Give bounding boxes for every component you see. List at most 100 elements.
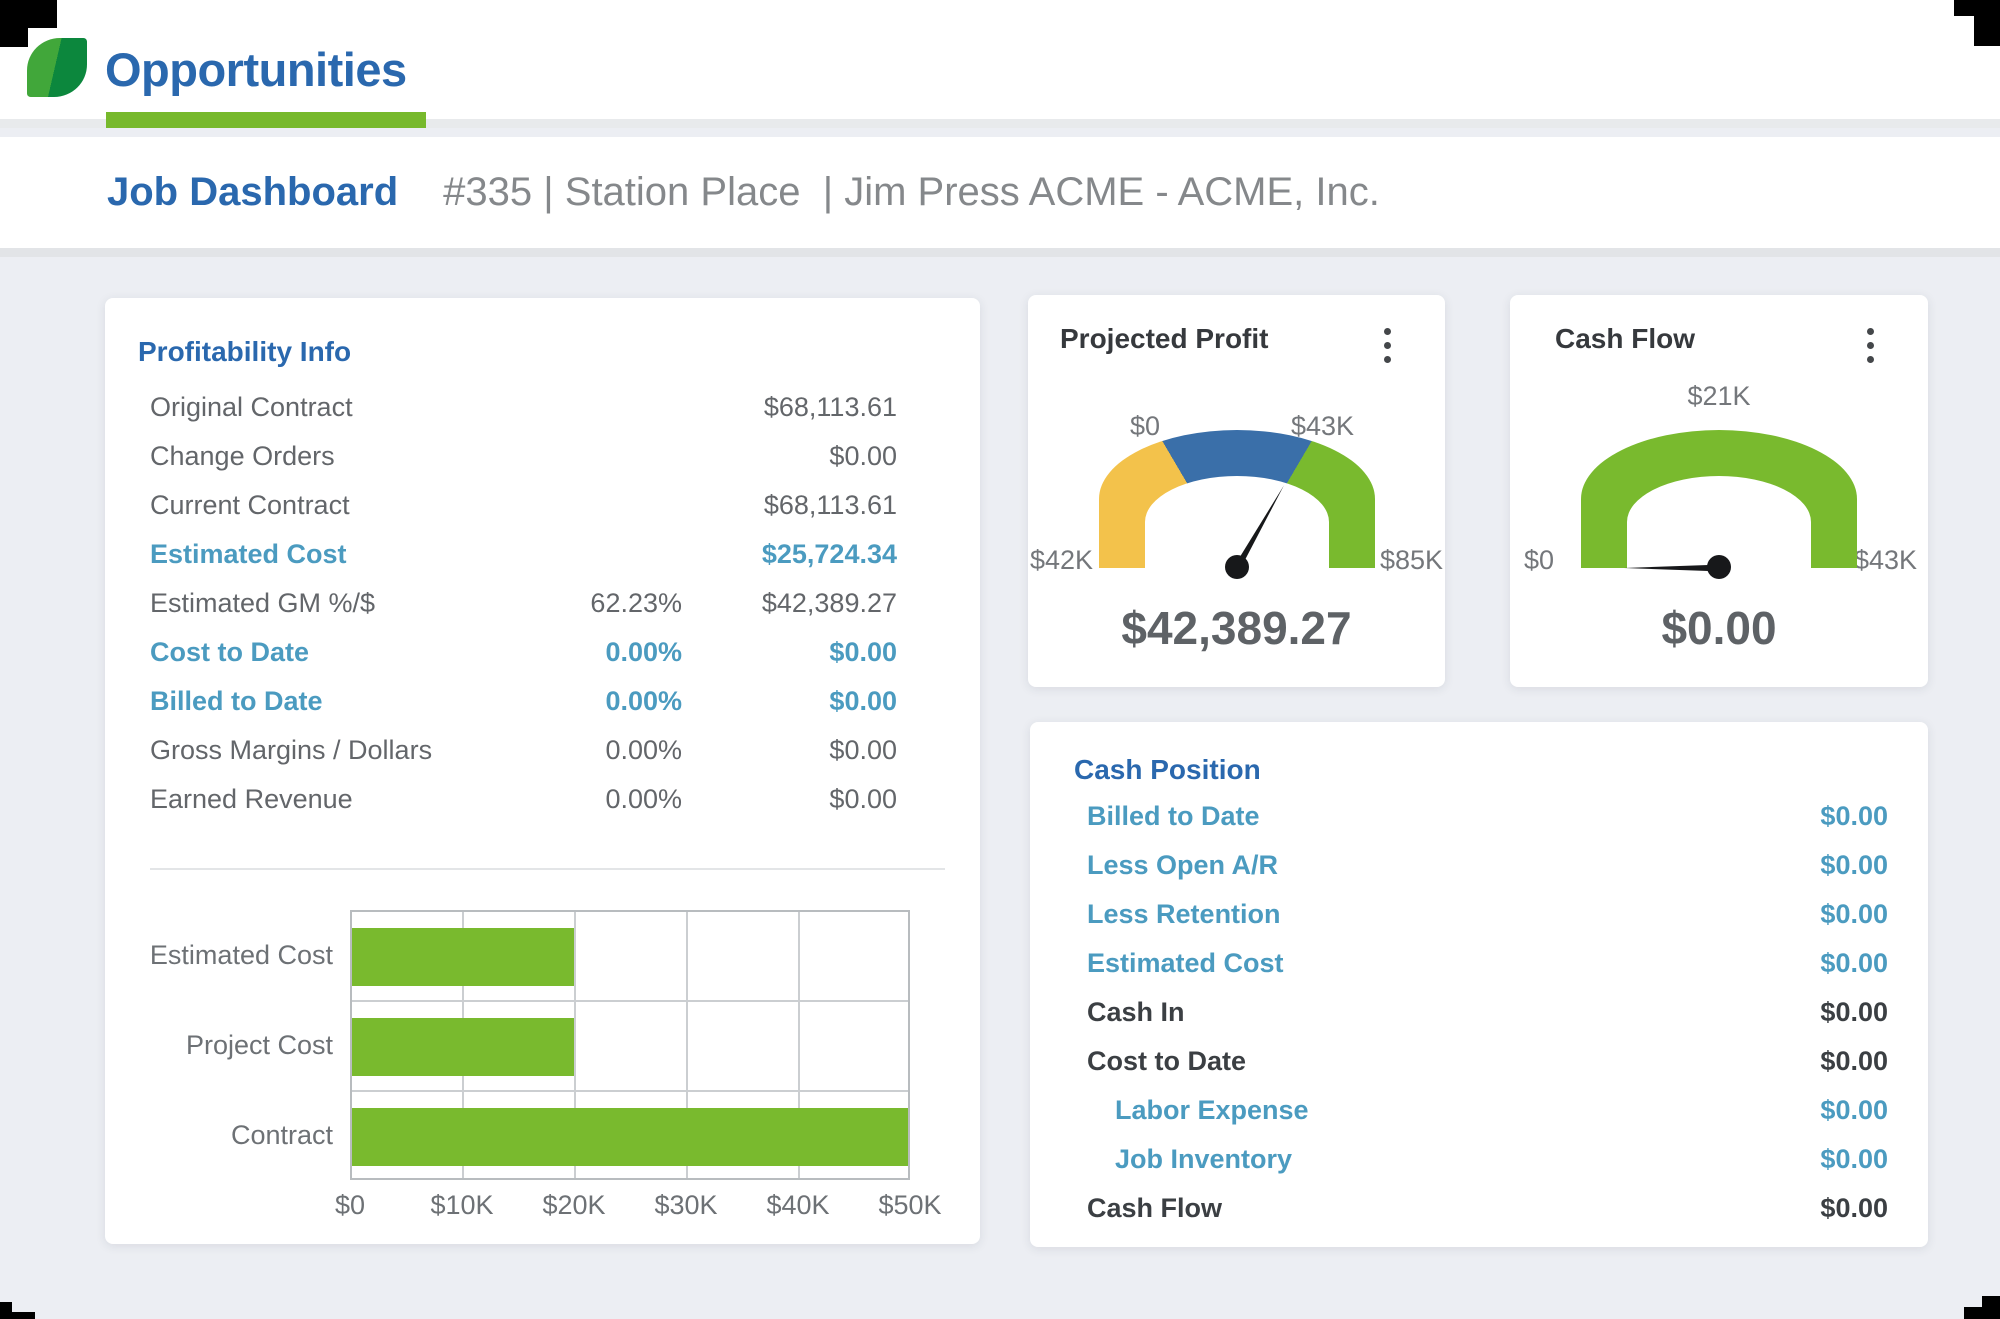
cost-to-date-value-link[interactable]: $0.00 (682, 637, 897, 668)
row-pct: 0.00% (512, 784, 682, 815)
list-item: Labor Expense $0.00 (1030, 1086, 1928, 1135)
x-axis-tick: $0 (290, 1190, 410, 1221)
gauge-pivot (1707, 555, 1731, 579)
original-contract-label: Original Contract (150, 392, 512, 423)
estimated-cost-link[interactable]: Estimated Cost (150, 539, 512, 570)
billed-to-date-link[interactable]: Billed to Date (1087, 801, 1820, 832)
item-value[interactable]: $0.00 (1820, 899, 1888, 930)
crop-mark (1974, 0, 2000, 46)
x-axis-tick: $30K (626, 1190, 746, 1221)
projected-profit-title: Projected Profit (1060, 323, 1268, 355)
table-row: Change Orders $0.00 (105, 432, 980, 481)
gauge-tick-label: $42K (1030, 545, 1093, 576)
table-row: Billed to Date 0.00% $0.00 (105, 677, 980, 726)
estimated-cost-value-link[interactable]: $25,724.34 (682, 539, 897, 570)
cash-flow-value: $0.00 (1510, 601, 1928, 655)
less-open-ar-link[interactable]: Less Open A/R (1087, 850, 1820, 881)
profitability-card: Profitability Info Original Contract $68… (105, 298, 980, 1244)
x-axis-tick: $50K (850, 1190, 970, 1221)
leaf-icon[interactable] (27, 38, 87, 97)
projected-profit-card: Projected Profit $0 $43K $42K $85K $42,3… (1028, 295, 1445, 687)
gauge-tick-label: $85K (1380, 545, 1443, 576)
row-pct: 0.00% (512, 637, 682, 668)
cash-position-card: Cash Position Billed to Date $0.00 Less … (1030, 722, 1928, 1247)
gauge-tick-label: $21K (1687, 381, 1750, 412)
item-value: $0.00 (1820, 997, 1888, 1028)
list-item: Cash In $0.00 (1030, 988, 1928, 1037)
profitability-heading: Profitability Info (138, 336, 351, 368)
x-axis-tick: $20K (514, 1190, 634, 1221)
crop-mark (0, 1312, 35, 1319)
crop-mark (1982, 1296, 2000, 1319)
current-contract-label: Current Contract (150, 490, 512, 521)
row-amount: $0.00 (682, 784, 897, 815)
list-item: Cost to Date $0.00 (1030, 1037, 1928, 1086)
change-orders-label: Change Orders (150, 441, 512, 472)
item-value[interactable]: $0.00 (1820, 948, 1888, 979)
table-row: Original Contract $68,113.61 (105, 383, 980, 432)
less-retention-link[interactable]: Less Retention (1087, 899, 1820, 930)
bar-project-cost (352, 1018, 574, 1076)
gauge-tick-label: $0 (1524, 545, 1554, 576)
bar-estimated-cost (352, 928, 574, 986)
list-item: Billed to Date $0.00 (1030, 792, 1928, 841)
row-amount: $0.00 (682, 441, 897, 472)
item-value[interactable]: $0.00 (1820, 1144, 1888, 1175)
item-value: $0.00 (1820, 1046, 1888, 1077)
crop-mark (0, 0, 57, 28)
row-amount: $68,113.61 (682, 490, 897, 521)
list-item: Estimated Cost $0.00 (1030, 939, 1928, 988)
table-row: Cost to Date 0.00% $0.00 (105, 628, 980, 677)
active-tab-underline (106, 112, 426, 128)
earned-revenue-label: Earned Revenue (150, 784, 512, 815)
list-item: Less Open A/R $0.00 (1030, 841, 1928, 890)
billed-to-date-link[interactable]: Billed to Date (150, 686, 512, 717)
item-value[interactable]: $0.00 (1820, 1095, 1888, 1126)
x-axis-tick: $40K (738, 1190, 858, 1221)
gross-margins-label: Gross Margins / Dollars (150, 735, 512, 766)
divider (150, 868, 945, 870)
billed-to-date-value-link[interactable]: $0.00 (682, 686, 897, 717)
profitability-table: Original Contract $68,113.61 Change Orde… (105, 383, 980, 824)
list-item: Cash Flow $0.00 (1030, 1184, 1928, 1233)
cash-flow-label: Cash Flow (1087, 1193, 1820, 1224)
table-row: Current Contract $68,113.61 (105, 481, 980, 530)
row-pct: 62.23% (512, 588, 682, 619)
bar-contract (352, 1108, 908, 1166)
item-value[interactable]: $0.00 (1820, 850, 1888, 881)
cash-flow-title: Cash Flow (1555, 323, 1695, 355)
cash-position-list: Billed to Date $0.00 Less Open A/R $0.00… (1030, 792, 1928, 1233)
table-row: Earned Revenue 0.00% $0.00 (105, 775, 980, 824)
projected-profit-value: $42,389.27 (1028, 601, 1445, 655)
cost-to-date-link[interactable]: Cost to Date (150, 637, 512, 668)
estimated-cost-link[interactable]: Estimated Cost (1087, 948, 1820, 979)
x-axis-tick: $10K (402, 1190, 522, 1221)
gauge-tick-label: $43K (1854, 545, 1917, 576)
list-item: Less Retention $0.00 (1030, 890, 1928, 939)
projected-profit-gauge (1099, 430, 1375, 568)
kebab-menu-icon[interactable] (1367, 321, 1407, 369)
cash-flow-card: Cash Flow $0 $21K $43K $0.00 (1510, 295, 1928, 687)
job-inventory-link[interactable]: Job Inventory (1115, 1144, 1820, 1175)
sub-header: Job Dashboard #335 | Station Place | Jim… (0, 137, 2000, 257)
row-amount: $0.00 (682, 735, 897, 766)
tab-job-dashboard[interactable]: Job Dashboard (107, 170, 398, 215)
kebab-menu-icon[interactable] (1850, 321, 1890, 369)
item-value: $0.00 (1820, 1193, 1888, 1224)
row-amount: $42,389.27 (682, 588, 897, 619)
cost-contract-bar-chart (350, 910, 910, 1180)
crop-mark (0, 28, 28, 47)
item-value[interactable]: $0.00 (1820, 801, 1888, 832)
estimated-gm-label: Estimated GM %/$ (150, 588, 512, 619)
breadcrumb: #335 | Station Place | Jim Press ACME - … (443, 170, 1380, 215)
table-row: Estimated Cost $25,724.34 (105, 530, 980, 579)
cash-position-heading: Cash Position (1074, 754, 1261, 786)
labor-expense-link[interactable]: Labor Expense (1115, 1095, 1820, 1126)
row-pct: 0.00% (512, 735, 682, 766)
page-title[interactable]: Opportunities (105, 42, 407, 97)
chart-category-label: Project Cost (105, 1029, 333, 1061)
table-row: Gross Margins / Dollars 0.00% $0.00 (105, 726, 980, 775)
cash-in-label: Cash In (1087, 997, 1820, 1028)
row-amount: $68,113.61 (682, 392, 897, 423)
list-item: Job Inventory $0.00 (1030, 1135, 1928, 1184)
